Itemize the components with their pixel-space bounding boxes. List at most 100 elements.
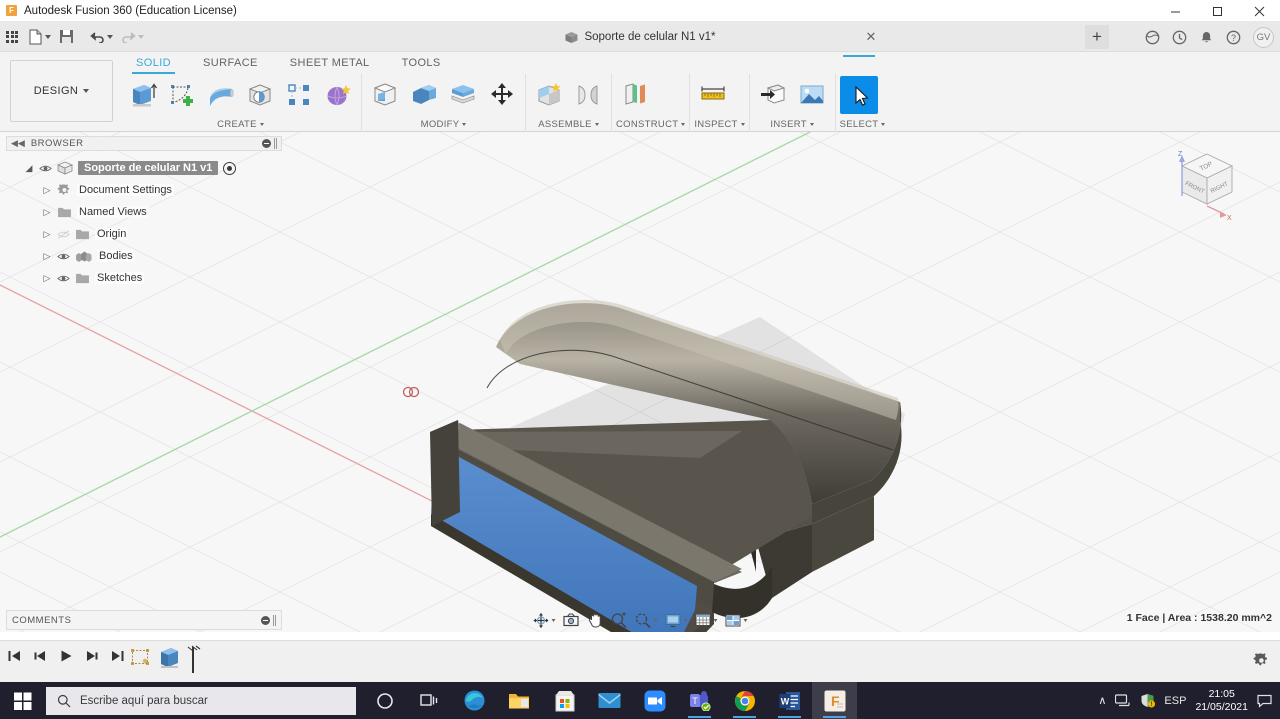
panel-create-label[interactable]: CREATE	[124, 116, 357, 132]
insert-derive-tool[interactable]	[754, 76, 792, 114]
tray-chevron-icon[interactable]: ∧	[1098, 694, 1106, 707]
show-data-panel-button[interactable]	[0, 24, 24, 50]
panel-inspect-label[interactable]: INSPECT	[694, 116, 745, 132]
close-button[interactable]	[1238, 0, 1280, 22]
pan-button[interactable]	[584, 610, 607, 630]
tree-item-sketches[interactable]: ▷ Sketches	[6, 267, 282, 289]
measure-tool[interactable]	[694, 76, 732, 114]
expand-arrow-icon[interactable]: ▷	[42, 207, 52, 218]
microsoft-store-button[interactable]	[542, 682, 587, 719]
timeline-extrude-feature[interactable]	[156, 645, 182, 676]
panel-modify-label[interactable]: MODIFY	[366, 116, 521, 132]
minimize-button[interactable]	[1154, 0, 1196, 22]
panel-assemble-label[interactable]: ASSEMBLE	[530, 116, 607, 132]
new-component-tool[interactable]	[530, 76, 568, 114]
save-button[interactable]	[55, 24, 86, 50]
timeline-marker-icon[interactable]	[184, 645, 202, 675]
extrude-tool[interactable]	[124, 76, 162, 114]
expand-arrow-icon[interactable]: ▷	[42, 251, 52, 262]
panel-construct-label[interactable]: CONSTRUCT	[616, 116, 686, 132]
panel-resize-handle[interactable]	[274, 138, 277, 149]
zoom-button[interactable]	[608, 610, 631, 630]
cortana-button[interactable]	[362, 682, 407, 719]
teams-button[interactable]: T	[677, 682, 722, 719]
start-button[interactable]	[0, 682, 46, 719]
fit-button[interactable]	[632, 610, 661, 630]
workspace-switcher-button[interactable]: DESIGN	[10, 60, 113, 122]
undo-button[interactable]	[86, 24, 117, 50]
user-avatar[interactable]: GV	[1253, 26, 1274, 48]
viewports-button[interactable]	[722, 610, 751, 630]
tree-item-document-settings[interactable]: ▷ Document Settings	[6, 179, 282, 201]
timeline-settings-button[interactable]	[1253, 652, 1270, 674]
comments-resize-handle[interactable]	[273, 614, 276, 626]
expand-arrow-icon[interactable]: ▷	[42, 185, 52, 196]
action-center-icon[interactable]	[1257, 694, 1272, 708]
visibility-eye-icon[interactable]	[57, 251, 70, 262]
expand-arrow-icon[interactable]: ▷	[42, 273, 52, 284]
close-document-tab-button[interactable]: ✕	[860, 22, 882, 52]
tree-item-named-views[interactable]: ▷ Named Views	[6, 201, 282, 223]
activate-component-icon[interactable]	[223, 161, 237, 175]
network-icon[interactable]	[1115, 693, 1131, 708]
expand-arrow-icon[interactable]: ▷	[42, 229, 52, 240]
document-tab[interactable]: Soporte de celular N1 v1*	[554, 22, 725, 52]
select-tool[interactable]	[839, 54, 878, 114]
chrome-button[interactable]	[722, 682, 767, 719]
language-indicator[interactable]: ESP	[1164, 695, 1186, 707]
offset-plane-tool[interactable]	[616, 76, 654, 114]
tab-sheet-metal[interactable]: SHEET METAL	[274, 52, 386, 74]
zoom-button[interactable]	[632, 682, 677, 719]
pattern-tool[interactable]	[280, 76, 318, 114]
notifications-icon[interactable]	[1193, 24, 1219, 50]
joint-tool[interactable]	[569, 76, 607, 114]
security-icon[interactable]: !	[1140, 693, 1156, 708]
collapse-panel-icon[interactable]: ◀◀	[11, 138, 25, 149]
step-forward-button[interactable]	[84, 648, 100, 664]
new-document-tab-button[interactable]: +	[1085, 25, 1109, 49]
create-form-tool[interactable]	[319, 76, 357, 114]
comments-panel[interactable]: COMMENTS	[6, 610, 282, 630]
recent-icon[interactable]	[1166, 24, 1192, 50]
edge-button[interactable]	[452, 682, 497, 719]
add-comment-icon[interactable]	[261, 615, 270, 625]
create-sketch-tool[interactable]	[163, 76, 201, 114]
go-to-end-button[interactable]	[110, 648, 126, 664]
orbit-button[interactable]	[530, 610, 559, 630]
tab-tools[interactable]: TOOLS	[386, 52, 457, 74]
fusion360-button[interactable]: F	[812, 682, 857, 719]
hole-tool[interactable]	[241, 76, 279, 114]
visibility-eye-off-icon[interactable]	[57, 229, 70, 240]
revolve-tool[interactable]	[202, 76, 240, 114]
task-view-button[interactable]	[407, 682, 452, 719]
tab-solid[interactable]: SOLID	[120, 52, 187, 74]
browser-options-icon[interactable]	[262, 139, 271, 148]
expand-arrow-icon[interactable]: ◢	[24, 163, 34, 174]
shell-tool[interactable]	[444, 76, 482, 114]
taskbar-search-box[interactable]: Escribe aquí para buscar	[46, 686, 356, 715]
visibility-eye-icon[interactable]	[39, 163, 52, 174]
mail-button[interactable]	[587, 682, 632, 719]
grid-snaps-button[interactable]	[692, 610, 721, 630]
display-settings-button[interactable]	[662, 610, 691, 630]
tree-item-bodies[interactable]: ▷ Bodies	[6, 245, 282, 267]
move-copy-tool[interactable]	[483, 76, 521, 114]
visibility-eye-icon[interactable]	[57, 273, 70, 284]
maximize-button[interactable]	[1196, 0, 1238, 22]
word-button[interactable]: W	[767, 682, 812, 719]
job-status-icon[interactable]	[1139, 24, 1165, 50]
panel-select-label[interactable]: SELECT	[840, 116, 886, 132]
new-file-button[interactable]	[24, 24, 55, 50]
fillet-tool[interactable]	[405, 76, 443, 114]
help-icon[interactable]: ?	[1220, 24, 1246, 50]
tree-item-root[interactable]: ◢ Soporte de celular N1 v1	[6, 157, 282, 179]
look-at-button[interactable]	[560, 610, 583, 630]
panel-insert-label[interactable]: INSERT	[754, 116, 831, 132]
go-to-beginning-button[interactable]	[6, 648, 22, 664]
step-back-button[interactable]	[32, 648, 48, 664]
redo-button[interactable]	[117, 24, 148, 50]
file-explorer-button[interactable]	[497, 682, 542, 719]
decal-tool[interactable]	[793, 76, 831, 114]
taskbar-clock[interactable]: 21:05 21/05/2021	[1195, 688, 1248, 714]
view-cube[interactable]: TOP FRONT RIGHT Z X	[1168, 144, 1246, 222]
